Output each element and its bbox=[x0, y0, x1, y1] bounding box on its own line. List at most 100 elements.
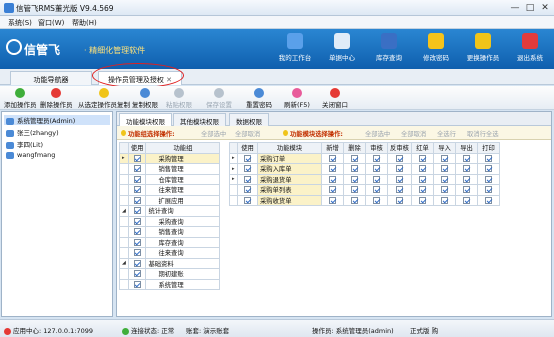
group-row[interactable]: 销售管理 bbox=[119, 163, 221, 175]
toolbar-button-2[interactable]: 从选定操作员复制 bbox=[78, 88, 130, 109]
group-row[interactable]: ◢ 基础资料 bbox=[119, 257, 221, 269]
checkbox[interactable] bbox=[244, 196, 251, 204]
checkbox[interactable] bbox=[485, 175, 492, 183]
toolbar-button-1[interactable]: 删除操作员 bbox=[40, 88, 73, 109]
checkbox[interactable] bbox=[351, 186, 358, 193]
checkbox[interactable] bbox=[463, 186, 470, 193]
module-row[interactable]: ▸ 采购入库单 bbox=[229, 163, 500, 175]
permission-cell[interactable] bbox=[387, 194, 412, 206]
permission-cell[interactable] bbox=[387, 152, 412, 164]
permission-cell[interactable] bbox=[321, 173, 344, 185]
checkbox[interactable] bbox=[133, 175, 141, 183]
group-row[interactable]: ▸ 采购管理 bbox=[119, 152, 221, 164]
group-row[interactable]: 系统管理 bbox=[119, 278, 221, 290]
permission-cell[interactable] bbox=[455, 152, 478, 164]
group-row[interactable]: ◢ 统计查询 bbox=[119, 205, 221, 217]
use-cell[interactable] bbox=[127, 173, 147, 185]
use-cell[interactable] bbox=[127, 236, 147, 248]
checkbox[interactable] bbox=[441, 175, 448, 183]
checkbox[interactable] bbox=[463, 196, 470, 204]
use-cell[interactable] bbox=[237, 163, 258, 175]
permission-cell[interactable] bbox=[411, 173, 434, 185]
permission-cell[interactable] bbox=[455, 173, 478, 185]
toolbar-button-8[interactable]: 关闭窗口 bbox=[322, 88, 348, 109]
checkbox[interactable] bbox=[396, 186, 403, 193]
checkbox[interactable] bbox=[419, 154, 426, 162]
toolbar-button-5[interactable]: 保存设置 bbox=[206, 88, 232, 109]
permission-cell[interactable] bbox=[343, 173, 366, 185]
nav-5[interactable]: 退出系统 bbox=[505, 33, 554, 62]
permission-cell[interactable] bbox=[321, 194, 344, 206]
tab-other-permissions[interactable]: 其他模块权限 bbox=[173, 113, 226, 126]
operator-item[interactable]: 系统管理员(Admin) bbox=[4, 115, 110, 125]
permission-cell[interactable] bbox=[411, 194, 434, 206]
group-row[interactable]: 扩展应用 bbox=[119, 194, 221, 206]
permission-cell[interactable] bbox=[433, 173, 456, 185]
permission-cell[interactable] bbox=[343, 163, 366, 175]
toolbar-button-7[interactable]: 刷新(F5) bbox=[284, 88, 310, 109]
module-row[interactable]: 采购收货单 bbox=[229, 194, 500, 206]
use-cell[interactable] bbox=[127, 215, 147, 227]
use-cell[interactable] bbox=[127, 278, 147, 290]
checkbox[interactable] bbox=[244, 175, 251, 183]
permission-cell[interactable] bbox=[365, 163, 388, 175]
permission-cell[interactable] bbox=[477, 152, 500, 164]
use-cell[interactable] bbox=[237, 152, 258, 164]
group-select-all-button[interactable]: 全部选中 bbox=[201, 129, 226, 138]
checkbox[interactable] bbox=[244, 154, 251, 162]
permission-cell[interactable] bbox=[455, 184, 478, 196]
checkbox[interactable] bbox=[419, 165, 426, 172]
checkbox[interactable] bbox=[485, 154, 492, 162]
checkbox[interactable] bbox=[351, 154, 358, 162]
checkbox[interactable] bbox=[329, 196, 336, 204]
module-row[interactable]: ▸ 采购订单 bbox=[229, 152, 500, 164]
toolbar-button-6[interactable]: 重置密码 bbox=[246, 88, 272, 109]
checkbox[interactable] bbox=[485, 186, 492, 193]
checkbox[interactable] bbox=[351, 175, 358, 183]
checkbox[interactable] bbox=[373, 165, 380, 172]
permission-cell[interactable] bbox=[477, 194, 500, 206]
minimize-icon[interactable]: — bbox=[508, 2, 522, 14]
permission-cell[interactable] bbox=[411, 184, 434, 196]
checkbox[interactable] bbox=[441, 186, 448, 193]
tab-data-permissions[interactable]: 数据权限 bbox=[229, 113, 269, 126]
checkbox[interactable] bbox=[463, 175, 470, 183]
checkbox[interactable] bbox=[329, 154, 336, 162]
permission-cell[interactable] bbox=[411, 152, 434, 164]
checkbox[interactable] bbox=[133, 259, 141, 267]
select-row-button[interactable]: 全选行 bbox=[437, 129, 456, 138]
checkbox[interactable] bbox=[373, 175, 380, 183]
nav-1[interactable]: 单据中心 bbox=[317, 33, 367, 62]
menu-window[interactable]: 窗口(W) bbox=[38, 18, 64, 28]
checkbox[interactable] bbox=[463, 165, 470, 172]
checkbox[interactable] bbox=[441, 196, 448, 204]
checkbox[interactable] bbox=[351, 165, 358, 172]
checkbox[interactable] bbox=[244, 165, 251, 172]
checkbox[interactable] bbox=[133, 228, 141, 235]
group-row[interactable]: 采购查询 bbox=[119, 215, 221, 227]
use-cell[interactable] bbox=[237, 194, 258, 206]
permission-cell[interactable] bbox=[433, 194, 456, 206]
checkbox[interactable] bbox=[396, 196, 403, 204]
permission-cell[interactable] bbox=[343, 194, 366, 206]
group-row[interactable]: 销售查询 bbox=[119, 226, 221, 238]
checkbox[interactable] bbox=[133, 154, 141, 162]
use-cell[interactable] bbox=[237, 184, 258, 196]
menu-system[interactable]: 系统(S) bbox=[8, 18, 32, 28]
module-select-all-button[interactable]: 全部选中 bbox=[365, 129, 390, 138]
nav-0[interactable]: 我的工作台 bbox=[270, 33, 320, 62]
checkbox[interactable] bbox=[419, 175, 426, 183]
use-cell[interactable] bbox=[127, 152, 147, 164]
close-icon[interactable]: ✕ bbox=[538, 2, 552, 14]
group-row[interactable]: 往来管理 bbox=[119, 184, 221, 196]
permission-cell[interactable] bbox=[477, 173, 500, 185]
permission-cell[interactable] bbox=[455, 194, 478, 206]
permission-cell[interactable] bbox=[433, 184, 456, 196]
operator-item[interactable]: 李四(Lit) bbox=[6, 139, 43, 149]
module-row[interactable]: 采购单列表 bbox=[229, 184, 500, 196]
maximize-icon[interactable]: □ bbox=[523, 2, 537, 14]
checkbox[interactable] bbox=[463, 154, 470, 162]
use-cell[interactable] bbox=[127, 268, 147, 280]
checkbox[interactable] bbox=[373, 186, 380, 193]
checkbox[interactable] bbox=[396, 175, 403, 183]
